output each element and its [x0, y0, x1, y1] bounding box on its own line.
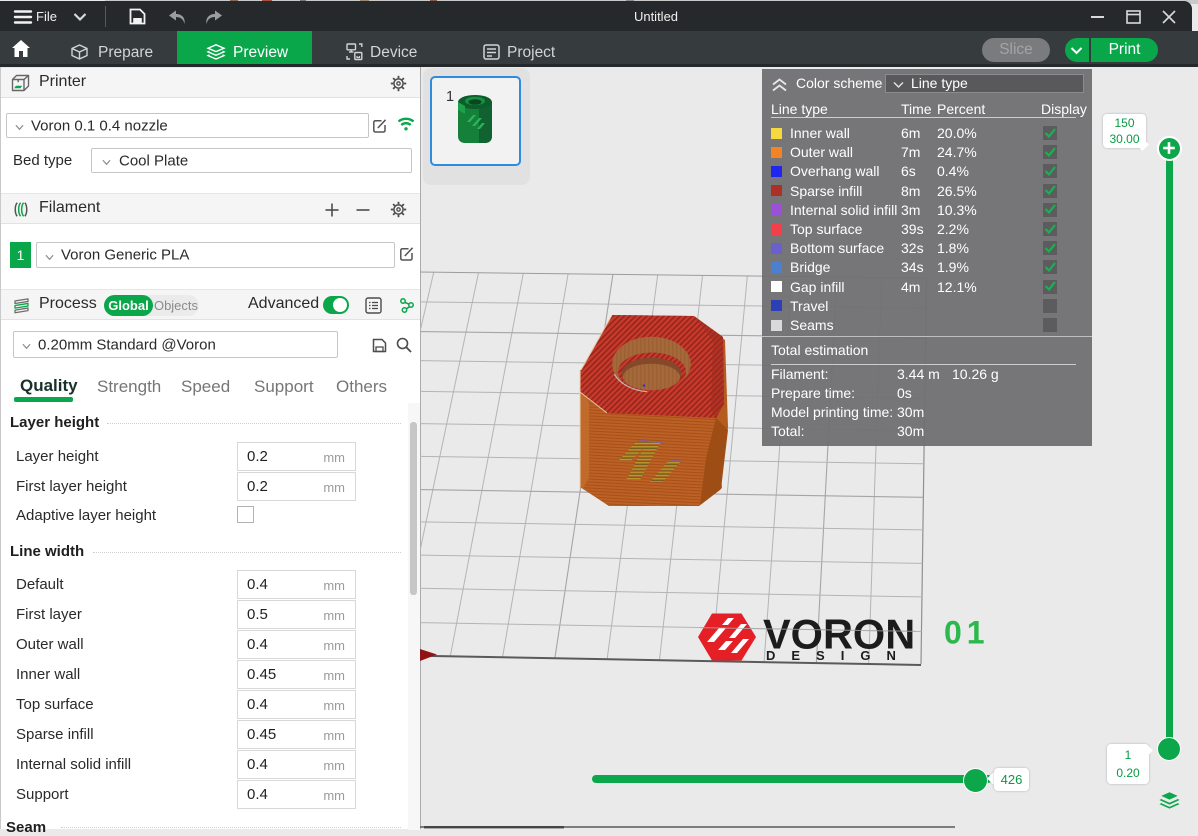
svg-text:01: 01: [944, 615, 990, 651]
svg-text:DESIGN: DESIGN: [766, 648, 912, 663]
